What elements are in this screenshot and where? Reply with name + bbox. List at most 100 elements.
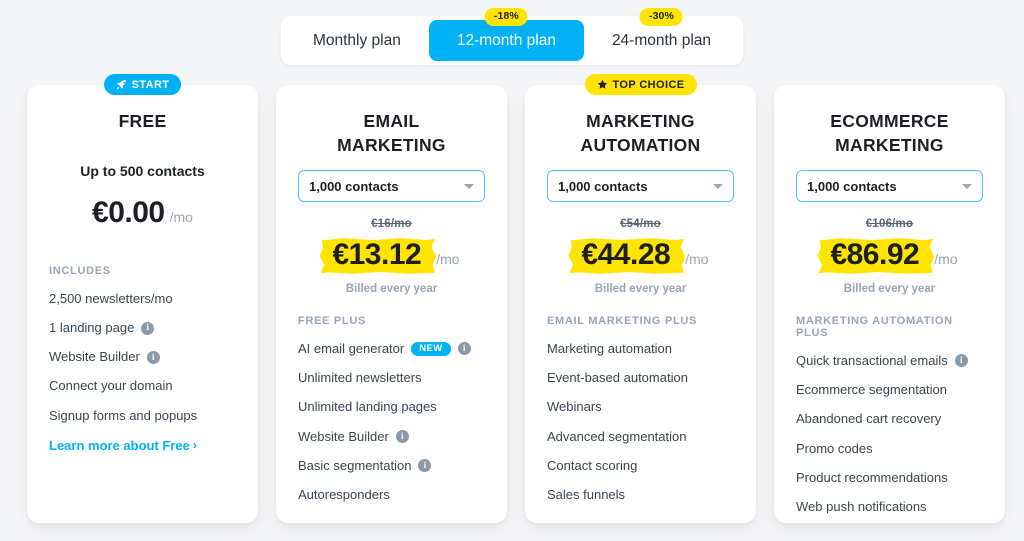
feature-item: Quick transactional emails i — [796, 353, 983, 369]
plan-period-switcher: Monthly plan -18% 12-month plan -30% 24-mont… — [0, 8, 1024, 65]
feature-item: Product recommendations — [796, 470, 983, 486]
feature-item: Autoresponders — [298, 487, 485, 503]
feature-item: Marketing automation — [547, 341, 734, 357]
price-period: /mo — [169, 209, 193, 226]
pricing-card-0: START FREE Up to 500 contacts €0.00/mo INCLU… — [27, 74, 258, 523]
pricing-card-2: TOP CHOICE MARKETING AUTOMATION 1,000 conta… — [525, 74, 756, 523]
feature-item: Basic segmentation i — [298, 458, 485, 474]
pricing-card-1: EMAIL MARKETING 1,000 contacts €16/mo €13.12… — [276, 85, 507, 523]
contacts-select[interactable]: 1,000 contacts — [796, 170, 983, 203]
price-block: €54/mo €44.28/mo Billed every year — [547, 218, 734, 295]
feature-item: Unlimited newsletters — [298, 370, 485, 386]
feature-label: 2,500 newsletters/mo — [49, 290, 173, 306]
info-icon[interactable]: i — [457, 342, 471, 356]
feature-label: 1 landing page — [49, 319, 135, 335]
price-highlight: €13.12 — [319, 237, 437, 274]
price-highlight: €86.92 — [817, 237, 935, 274]
plan-title-line: MARKETING — [337, 135, 446, 156]
feature-item: Abandoned cart recovery — [796, 411, 983, 427]
feature-item: Connect your domain — [49, 378, 236, 394]
feature-label: Signup forms and popups — [49, 407, 198, 423]
feature-item: Web push notifications — [796, 499, 983, 515]
chevron-right-icon: › — [192, 438, 197, 453]
card-badge-start: START — [103, 74, 182, 95]
discount-badge: -30% — [640, 8, 683, 26]
feature-label: Webinars — [547, 399, 602, 415]
feature-item: Promo codes — [796, 441, 983, 457]
info-icon[interactable]: i — [954, 354, 968, 368]
feature-label: Event-based automation — [547, 370, 688, 386]
plan-tab-0[interactable]: Monthly plan — [285, 20, 429, 61]
card-badge-label: START — [131, 78, 170, 91]
plan-tab-2[interactable]: -30% 24-month plan — [584, 8, 739, 61]
feature-label: Abandoned cart recovery — [796, 411, 942, 427]
price-block: €106/mo €86.92/mo Billed every year — [796, 218, 983, 295]
price-block: €16/mo €13.12/mo Billed every year — [298, 218, 485, 295]
feature-item: Event-based automation — [547, 370, 734, 386]
contacts-select-value: 1,000 contacts — [309, 178, 399, 194]
feature-label: Quick transactional emails — [796, 352, 948, 368]
feature-item: Sales funnels — [547, 487, 734, 503]
feature-item: 1 landing page i — [49, 320, 236, 336]
price-amount: €44.28 — [581, 238, 671, 272]
feature-item: Signup forms and popups — [49, 408, 236, 424]
learn-more-label: Learn more about Free — [49, 437, 190, 453]
card-badge-label: TOP CHOICE — [612, 78, 685, 91]
price-period: /mo — [436, 251, 460, 268]
feature-label: Basic segmentation — [298, 457, 412, 473]
contacts-select[interactable]: 1,000 contacts — [298, 170, 485, 203]
price-amount: €13.12 — [332, 238, 422, 272]
feature-label: Ecommerce segmentation — [796, 382, 948, 398]
features-section: INCLUDES 2,500 newsletters/mo 1 landing pa… — [49, 265, 236, 455]
feature-label: Connect your domain — [49, 378, 173, 394]
info-icon[interactable]: i — [141, 321, 155, 335]
feature-label: Autoresponders — [298, 487, 390, 503]
feature-label: Product recommendations — [796, 469, 948, 485]
price-amount: €86.92 — [830, 238, 920, 272]
rocket-icon — [116, 79, 127, 90]
discount-badge: -18% — [484, 8, 528, 26]
features-section: FREE PLUS AI email generator NEW i Unlimited… — [298, 315, 485, 504]
billing-note: Billed every year — [843, 282, 936, 295]
old-price: €16/mo — [371, 218, 412, 231]
info-icon[interactable]: i — [418, 459, 432, 473]
feature-item: Advanced segmentation — [547, 429, 734, 445]
star-icon — [596, 79, 607, 90]
features-heading: INCLUDES — [49, 264, 111, 277]
features-heading: EMAIL MARKETING PLUS — [547, 314, 698, 327]
pricing-page: Monthly plan -18% 12-month plan -30% 24-mont… — [0, 0, 1024, 541]
plan-tab-1[interactable]: -18% 12-month plan — [428, 8, 584, 61]
card-badge-top: TOP CHOICE — [584, 74, 697, 95]
billing-note: Billed every year — [594, 282, 687, 295]
plan-title: ECOMMERCE MARKETING — [796, 109, 983, 157]
feature-item: Ecommerce segmentation — [796, 382, 983, 398]
contacts-select[interactable]: 1,000 contacts — [547, 170, 734, 203]
plan-title-line: FREE — [118, 111, 167, 131]
info-icon[interactable]: i — [146, 350, 160, 364]
feature-label: Web push notifications — [796, 499, 927, 515]
price-block: €0.00/mo — [49, 197, 236, 229]
contacts-limit-text: Up to 500 contacts — [80, 163, 205, 180]
feature-label: Sales funnels — [547, 487, 626, 503]
feature-label: Website Builder — [298, 428, 389, 444]
features-section: MARKETING AUTOMATION PLUS Quick transacti… — [796, 315, 983, 516]
feature-label: Marketing automation — [547, 340, 673, 356]
feature-label: Unlimited newsletters — [298, 370, 422, 386]
features-section: EMAIL MARKETING PLUS Marketing automation… — [547, 315, 734, 504]
feature-label: Promo codes — [796, 440, 873, 456]
learn-more-link[interactable]: Learn more about Free › — [49, 438, 197, 453]
feature-item: Website Builder i — [298, 429, 485, 445]
feature-label: Contact scoring — [547, 457, 638, 473]
price-highlight: €44.28 — [568, 237, 686, 274]
old-price: €106/mo — [865, 218, 914, 231]
features-heading: FREE PLUS — [298, 314, 367, 327]
price-period: /mo — [685, 251, 709, 268]
plan-tab-label: 24-month plan — [611, 31, 712, 49]
feature-item: Unlimited landing pages — [298, 399, 485, 415]
chevron-down-icon — [713, 183, 723, 189]
plan-title-line: ECOMMERCE — [830, 111, 949, 131]
plan-tab-label: Monthly plan — [312, 31, 401, 49]
info-icon[interactable]: i — [395, 430, 409, 444]
switcher-group: Monthly plan -18% 12-month plan -30% 24-mont… — [280, 8, 744, 65]
feature-item: Website Builder i — [49, 349, 236, 365]
